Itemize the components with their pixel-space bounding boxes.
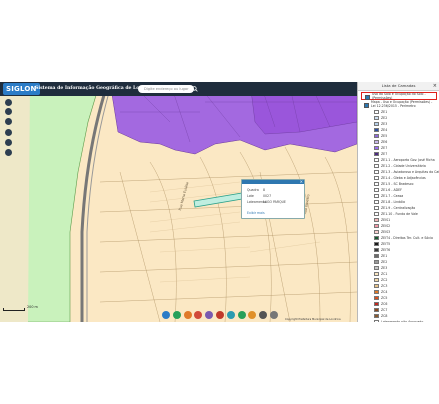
- layer-list-panel: Lista de Camadas × Uso do Solo e Ocupaçã…: [357, 82, 439, 322]
- legend-swatch: [374, 230, 379, 234]
- legend-swatch: [374, 158, 379, 162]
- identify-button[interactable]: [162, 311, 170, 319]
- popup-value: 0027: [263, 194, 272, 198]
- gps-button[interactable]: [237, 311, 246, 319]
- legend-swatch: [374, 128, 379, 132]
- legend-swatch: [374, 242, 379, 246]
- sub-layer-item[interactable]: Mapa - Uso e Ocupação (Permissões) - Lei…: [361, 100, 437, 109]
- legend-swatch: [374, 314, 379, 318]
- legend-swatch: [374, 320, 379, 322]
- legend-swatch: [374, 116, 379, 120]
- search-input[interactable]: Digite endereço ou lugar: [138, 85, 194, 93]
- legend-swatch: [374, 278, 379, 282]
- checkbox-icon[interactable]: [364, 103, 369, 108]
- legend-swatch: [374, 188, 379, 192]
- popup-value: 8: [263, 188, 266, 192]
- popup-row: Lote 0027: [247, 194, 271, 198]
- legend-swatch: [374, 290, 379, 294]
- sub-layer-label: Mapa - Uso e Ocupação (Permissões) - Lei…: [371, 100, 433, 108]
- popup-label: Quadra: [247, 188, 259, 192]
- checkbox-icon[interactable]: [365, 95, 370, 100]
- settings-button[interactable]: [270, 311, 278, 319]
- close-icon[interactable]: ×: [433, 82, 437, 90]
- legend-list: ZE1 ZE2 ZE3 ZE4 ZE5 ZE6 ZE7 ZE7 ZE1.1 - Aeroport…: [358, 109, 439, 322]
- legend-swatch: [374, 212, 379, 216]
- legend-label: Loteamento não Aprovado: [381, 320, 424, 322]
- scale-label: 200 m: [27, 305, 38, 309]
- legend-swatch: [374, 254, 379, 258]
- legend-swatch: [374, 284, 379, 288]
- legend-swatch: [374, 260, 379, 264]
- legend-swatch: [374, 170, 379, 174]
- legend-swatch: [374, 152, 379, 156]
- legend-swatch: [374, 236, 379, 240]
- footer-credit: Copyright Prefeitura Municipal de Londri…: [285, 318, 341, 321]
- popup-row: Quadra 8: [247, 188, 265, 192]
- layers-button[interactable]: [5, 149, 12, 156]
- active-layer-item[interactable]: Uso do Solo e Ocupação do Solo - (Permis…: [361, 92, 437, 100]
- legend-swatch: [374, 224, 379, 228]
- measure-button[interactable]: [5, 139, 12, 146]
- bookmark-button[interactable]: [216, 311, 224, 319]
- legend-swatch: [374, 122, 379, 126]
- zoom-in-button[interactable]: [5, 99, 12, 106]
- legend-swatch: [374, 272, 379, 276]
- popup-label: Lote: [247, 194, 254, 198]
- draw-button[interactable]: [172, 311, 181, 319]
- legend-swatch: [374, 182, 379, 186]
- legend-swatch: [374, 296, 379, 300]
- legend-swatch: [374, 248, 379, 252]
- popup-more-link[interactable]: Exibir mais: [247, 211, 265, 215]
- legend-swatch: [374, 164, 379, 168]
- legend-swatch: [374, 194, 379, 198]
- panel-title: Lista de Camadas ×: [358, 82, 439, 91]
- legend-item: Loteamento não Aprovado: [358, 319, 439, 322]
- search-icon[interactable]: [192, 86, 198, 92]
- popup-value: LAGO PARQUE: [263, 200, 286, 204]
- legend-swatch: [374, 110, 379, 114]
- layers-button[interactable]: [183, 311, 192, 319]
- legend-swatch: [374, 308, 379, 312]
- panel-title-text: Lista de Camadas: [381, 83, 416, 88]
- close-icon[interactable]: ×: [300, 179, 303, 184]
- locate-button[interactable]: [5, 129, 12, 136]
- legend-swatch: [374, 140, 379, 144]
- legend-swatch: [374, 266, 379, 270]
- legend-swatch: [374, 206, 379, 210]
- legend-swatch: [374, 176, 379, 180]
- legend-swatch: [374, 146, 379, 150]
- home-button[interactable]: [5, 118, 12, 125]
- share-button[interactable]: [226, 311, 235, 319]
- zoom-out-button[interactable]: [5, 108, 12, 115]
- app-header: SIGLON Sistema de Informação Geográfica …: [0, 82, 357, 96]
- feature-popup: × Quadra 8 Lote 0027 Loteamento LAGO PAR…: [241, 179, 305, 219]
- legend-swatch: [374, 302, 379, 306]
- legend-swatch: [374, 200, 379, 204]
- legend-swatch: [374, 134, 379, 138]
- active-layer-group: Uso do Solo e Ocupação do Solo - (Permis…: [358, 91, 439, 109]
- legend-swatch: [374, 218, 379, 222]
- popup-header: [242, 180, 304, 184]
- popup-row: Loteamento LAGO PARQUE: [247, 200, 286, 204]
